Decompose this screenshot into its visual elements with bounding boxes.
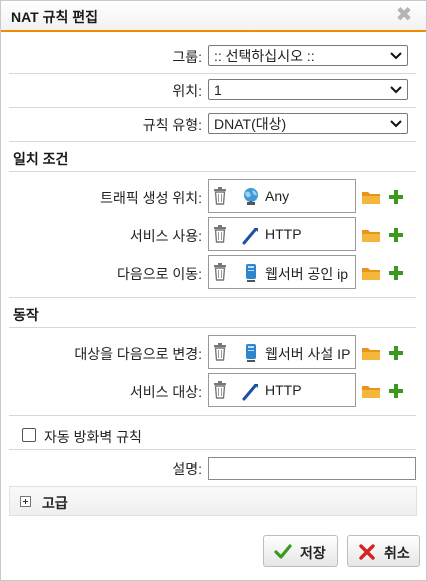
rule-type-select[interactable]: DNAT(대상) bbox=[208, 113, 408, 134]
x-icon bbox=[359, 544, 375, 560]
source-label: 트래픽 생성 위치: bbox=[100, 190, 202, 206]
divider bbox=[9, 327, 416, 328]
folder-icon[interactable] bbox=[361, 189, 381, 205]
service-object-value: HTTP bbox=[265, 226, 302, 242]
save-button[interactable]: 저장 bbox=[263, 535, 338, 567]
translated-destination-value: 웹서버 사설 IP bbox=[265, 346, 351, 362]
host-object-icon bbox=[246, 264, 256, 282]
dialog-titlebar: NAT 규칙 편집 ✖ bbox=[1, 1, 426, 32]
translated-destination-label: 대상을 다음으로 변경: bbox=[74, 346, 202, 362]
destination-object-field[interactable]: 웹서버 공인 ip bbox=[208, 255, 356, 289]
folder-icon[interactable] bbox=[361, 265, 381, 281]
destination-label: 다음으로 이동: bbox=[116, 266, 202, 282]
host-object-icon bbox=[246, 344, 256, 362]
action-section-title: 동작 bbox=[13, 307, 39, 323]
chevron-down-icon bbox=[390, 120, 402, 128]
chevron-down-icon bbox=[390, 86, 402, 94]
rule-type-label: 규칙 유형: bbox=[142, 117, 202, 133]
translated-service-value: HTTP bbox=[265, 382, 302, 398]
service-label: 서비스 사용: bbox=[129, 228, 202, 244]
divider bbox=[9, 297, 416, 298]
position-select-value: 1 bbox=[214, 82, 222, 98]
checkmark-icon bbox=[274, 544, 292, 559]
rule-type-row: 규칙 유형: DNAT(대상) bbox=[1, 113, 426, 137]
divider bbox=[9, 171, 416, 172]
auto-firewall-checkbox[interactable] bbox=[22, 428, 36, 442]
group-select[interactable]: :: 선택하십시오 :: bbox=[208, 45, 408, 66]
translated-service-row: 서비스 대상: HTTP bbox=[1, 373, 426, 409]
add-icon[interactable] bbox=[389, 190, 403, 204]
divider bbox=[9, 415, 416, 416]
group-row: 그룹: :: 선택하십시오 :: bbox=[1, 45, 426, 69]
dialog-title: NAT 규칙 편집 bbox=[11, 9, 99, 25]
translated-service-field[interactable]: HTTP bbox=[208, 373, 356, 407]
source-row: 트래픽 생성 위치: Any bbox=[1, 179, 426, 215]
divider bbox=[9, 107, 416, 108]
match-section-title: 일치 조건 bbox=[13, 151, 69, 167]
service-object-field[interactable]: HTTP bbox=[208, 217, 356, 251]
position-row: 위치: 1 bbox=[1, 79, 426, 103]
advanced-section-header[interactable]: 고급 bbox=[9, 486, 417, 516]
description-row: 설명: bbox=[1, 456, 426, 482]
auto-firewall-label: 자동 방화벽 규칙 bbox=[44, 429, 142, 445]
globe-network-icon bbox=[244, 188, 258, 205]
service-wrench-icon bbox=[242, 228, 258, 245]
description-label: 설명: bbox=[172, 461, 202, 477]
position-label: 위치: bbox=[172, 83, 202, 99]
folder-icon[interactable] bbox=[361, 345, 381, 361]
position-select[interactable]: 1 bbox=[208, 79, 408, 100]
rule-type-select-value: DNAT(대상) bbox=[214, 116, 287, 132]
divider bbox=[9, 449, 416, 450]
folder-icon[interactable] bbox=[361, 383, 381, 399]
service-row: 서비스 사용: HTTP bbox=[1, 217, 426, 253]
trash-icon[interactable] bbox=[213, 343, 227, 361]
auto-firewall-row: 자동 방화벽 규칙 bbox=[1, 425, 426, 447]
cancel-button-label: 취소 bbox=[384, 545, 410, 561]
nat-rule-edit-dialog: NAT 규칙 편집 ✖ 그룹: :: 선택하십시오 :: 위치: 1 규칙 유형… bbox=[0, 0, 427, 581]
expand-plus-icon[interactable] bbox=[20, 496, 31, 507]
save-button-label: 저장 bbox=[300, 545, 326, 561]
folder-icon[interactable] bbox=[361, 227, 381, 243]
trash-icon[interactable] bbox=[213, 263, 227, 281]
source-object-field[interactable]: Any bbox=[208, 179, 356, 213]
add-icon[interactable] bbox=[389, 384, 403, 398]
add-icon[interactable] bbox=[389, 346, 403, 360]
group-label: 그룹: bbox=[172, 49, 202, 65]
destination-row: 다음으로 이동: 웹서버 공인 ip bbox=[1, 255, 426, 291]
translated-service-label: 서비스 대상: bbox=[129, 384, 202, 400]
description-input[interactable] bbox=[208, 457, 416, 480]
add-icon[interactable] bbox=[389, 228, 403, 242]
source-object-value: Any bbox=[265, 188, 290, 204]
add-icon[interactable] bbox=[389, 266, 403, 280]
cancel-button[interactable]: 취소 bbox=[347, 535, 420, 567]
destination-object-value: 웹서버 공인 ip bbox=[265, 266, 349, 282]
trash-icon[interactable] bbox=[213, 187, 227, 205]
advanced-label: 고급 bbox=[42, 495, 68, 511]
trash-icon[interactable] bbox=[213, 225, 227, 243]
service-wrench-icon bbox=[242, 384, 258, 401]
translated-destination-row: 대상을 다음으로 변경: 웹서버 사설 IP bbox=[1, 335, 426, 371]
translated-destination-field[interactable]: 웹서버 사설 IP bbox=[208, 335, 356, 369]
close-icon[interactable]: ✖ bbox=[394, 5, 414, 25]
trash-icon[interactable] bbox=[213, 381, 227, 399]
divider bbox=[9, 141, 416, 142]
group-select-value: :: 선택하십시오 :: bbox=[214, 48, 315, 64]
chevron-down-icon bbox=[390, 52, 402, 60]
divider bbox=[9, 73, 416, 74]
